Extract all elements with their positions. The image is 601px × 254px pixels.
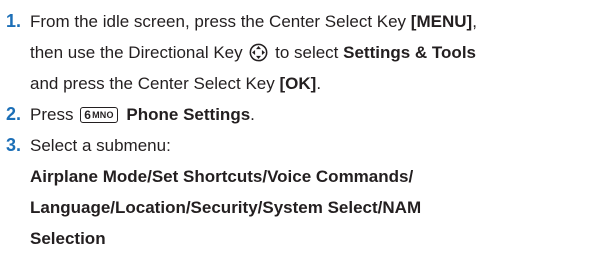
step-1-line-3: and press the Center Select Key [OK].	[0, 68, 601, 99]
submenu-line-2: Language/Location/Security/System Select…	[30, 198, 422, 217]
menu-key-label: [MENU]	[410, 12, 473, 31]
step-1-text: From the idle screen, press the Center S…	[30, 12, 411, 31]
submenu-line-3: Selection	[30, 229, 106, 248]
phone-settings-label: Phone Settings	[126, 105, 251, 124]
step-1-line-1: 1. From the idle screen, press the Cente…	[0, 6, 601, 37]
step-3-line: 3. Select a submenu:	[0, 130, 601, 161]
step-2-number: 2.	[6, 104, 22, 124]
step-3-number: 3.	[6, 135, 22, 155]
step-2-line: 2. Press 6 MNO Phone Settings.	[0, 99, 601, 130]
instructions: 1. From the idle screen, press the Cente…	[0, 6, 601, 254]
step-1-text-3: to select	[275, 43, 344, 62]
step-1-text-2: then use the Directional Key	[30, 43, 243, 62]
step-3-text: Select a submenu:	[30, 136, 171, 155]
step-2-end: .	[250, 105, 255, 124]
step-2-text: Press	[30, 105, 74, 124]
step-1-number: 1.	[6, 11, 22, 31]
submenu-line-1: Airplane Mode/Set Shortcuts/Voice Comman…	[30, 167, 414, 186]
settings-tools-label: Settings & Tools	[343, 43, 476, 62]
step-1-text-4: and press the Center Select Key	[30, 74, 280, 93]
directional-key-icon	[249, 43, 268, 62]
key-6-mno-icon: 6 MNO	[80, 107, 118, 123]
step-1-punct: ,	[472, 12, 477, 31]
ok-key-label: [OK]	[279, 74, 317, 93]
step-1-line-2: then use the Directional Key to select S…	[0, 37, 601, 68]
step-1-end: .	[316, 74, 322, 93]
